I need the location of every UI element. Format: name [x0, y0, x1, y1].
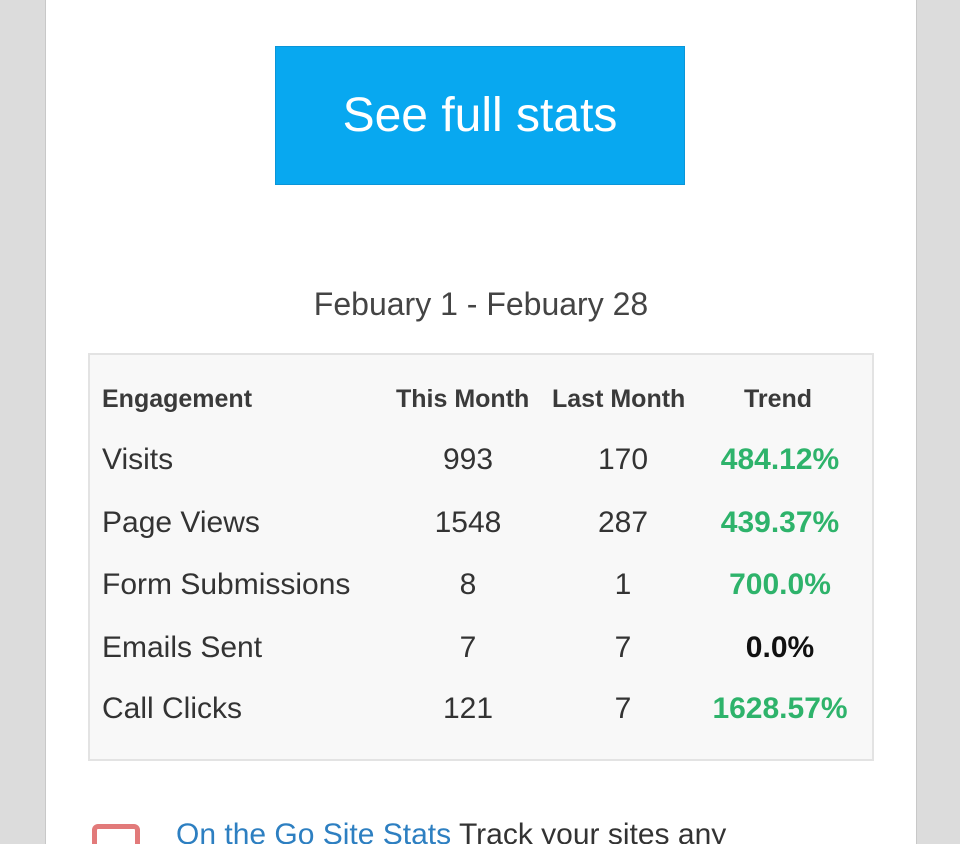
last-month-value: 287: [597, 506, 649, 539]
trend-value: 1628.57%: [712, 692, 848, 725]
row-label: Page Views: [102, 506, 260, 539]
table-row: Emails Sent 7 7 0.0%: [90, 631, 872, 671]
this-month-value: 993: [442, 443, 494, 476]
this-month-value: 1548: [434, 506, 502, 539]
table-row: Page Views 1548 287 439.37%: [90, 506, 872, 546]
row-label: Emails Sent: [102, 631, 263, 664]
last-month-value: 7: [614, 692, 632, 725]
table-row: Visits 993 170 484.12%: [90, 443, 872, 483]
row-label: Form Submissions: [102, 568, 351, 601]
last-month-value: 1: [614, 568, 632, 601]
table-row: Form Submissions 8 1 700.0%: [90, 568, 872, 608]
header-engagement: Engagement: [102, 385, 253, 413]
this-month-value: 121: [442, 692, 494, 725]
row-label: Call Clicks: [102, 692, 243, 725]
this-month-value: 8: [459, 568, 477, 601]
row-label: Visits: [102, 443, 174, 476]
promo-checkbox[interactable]: [92, 824, 140, 844]
site-stats-link[interactable]: On the Go Site Stats: [176, 818, 451, 844]
promo-text: On the Go Site Stats Track your sites an…: [176, 818, 726, 844]
trend-value: 0.0%: [745, 631, 815, 664]
stats-card: See full stats Febuary 1 - Febuary 28 En…: [45, 0, 917, 844]
header-trend: Trend: [744, 385, 813, 413]
last-month-value: 7: [614, 631, 632, 664]
date-range: Febuary 1 - Febuary 28: [313, 286, 649, 322]
engagement-table: Engagement This Month Last Month Trend V…: [88, 353, 874, 761]
last-month-value: 170: [597, 443, 649, 476]
trend-value: 484.12%: [720, 443, 840, 476]
promo-description: Track your sites any: [451, 818, 727, 844]
trend-value: 439.37%: [720, 506, 840, 539]
header-this-month: This Month: [396, 385, 530, 413]
header-last-month: Last Month: [552, 385, 686, 413]
this-month-value: 7: [459, 631, 477, 664]
table-header: Engagement This Month Last Month Trend: [90, 385, 872, 421]
see-full-stats-button[interactable]: See full stats: [275, 46, 685, 185]
trend-value: 700.0%: [729, 568, 831, 601]
table-row: Call Clicks 121 7 1628.57%: [90, 692, 872, 732]
footer-promo: On the Go Site Stats Track your sites an…: [92, 818, 916, 844]
